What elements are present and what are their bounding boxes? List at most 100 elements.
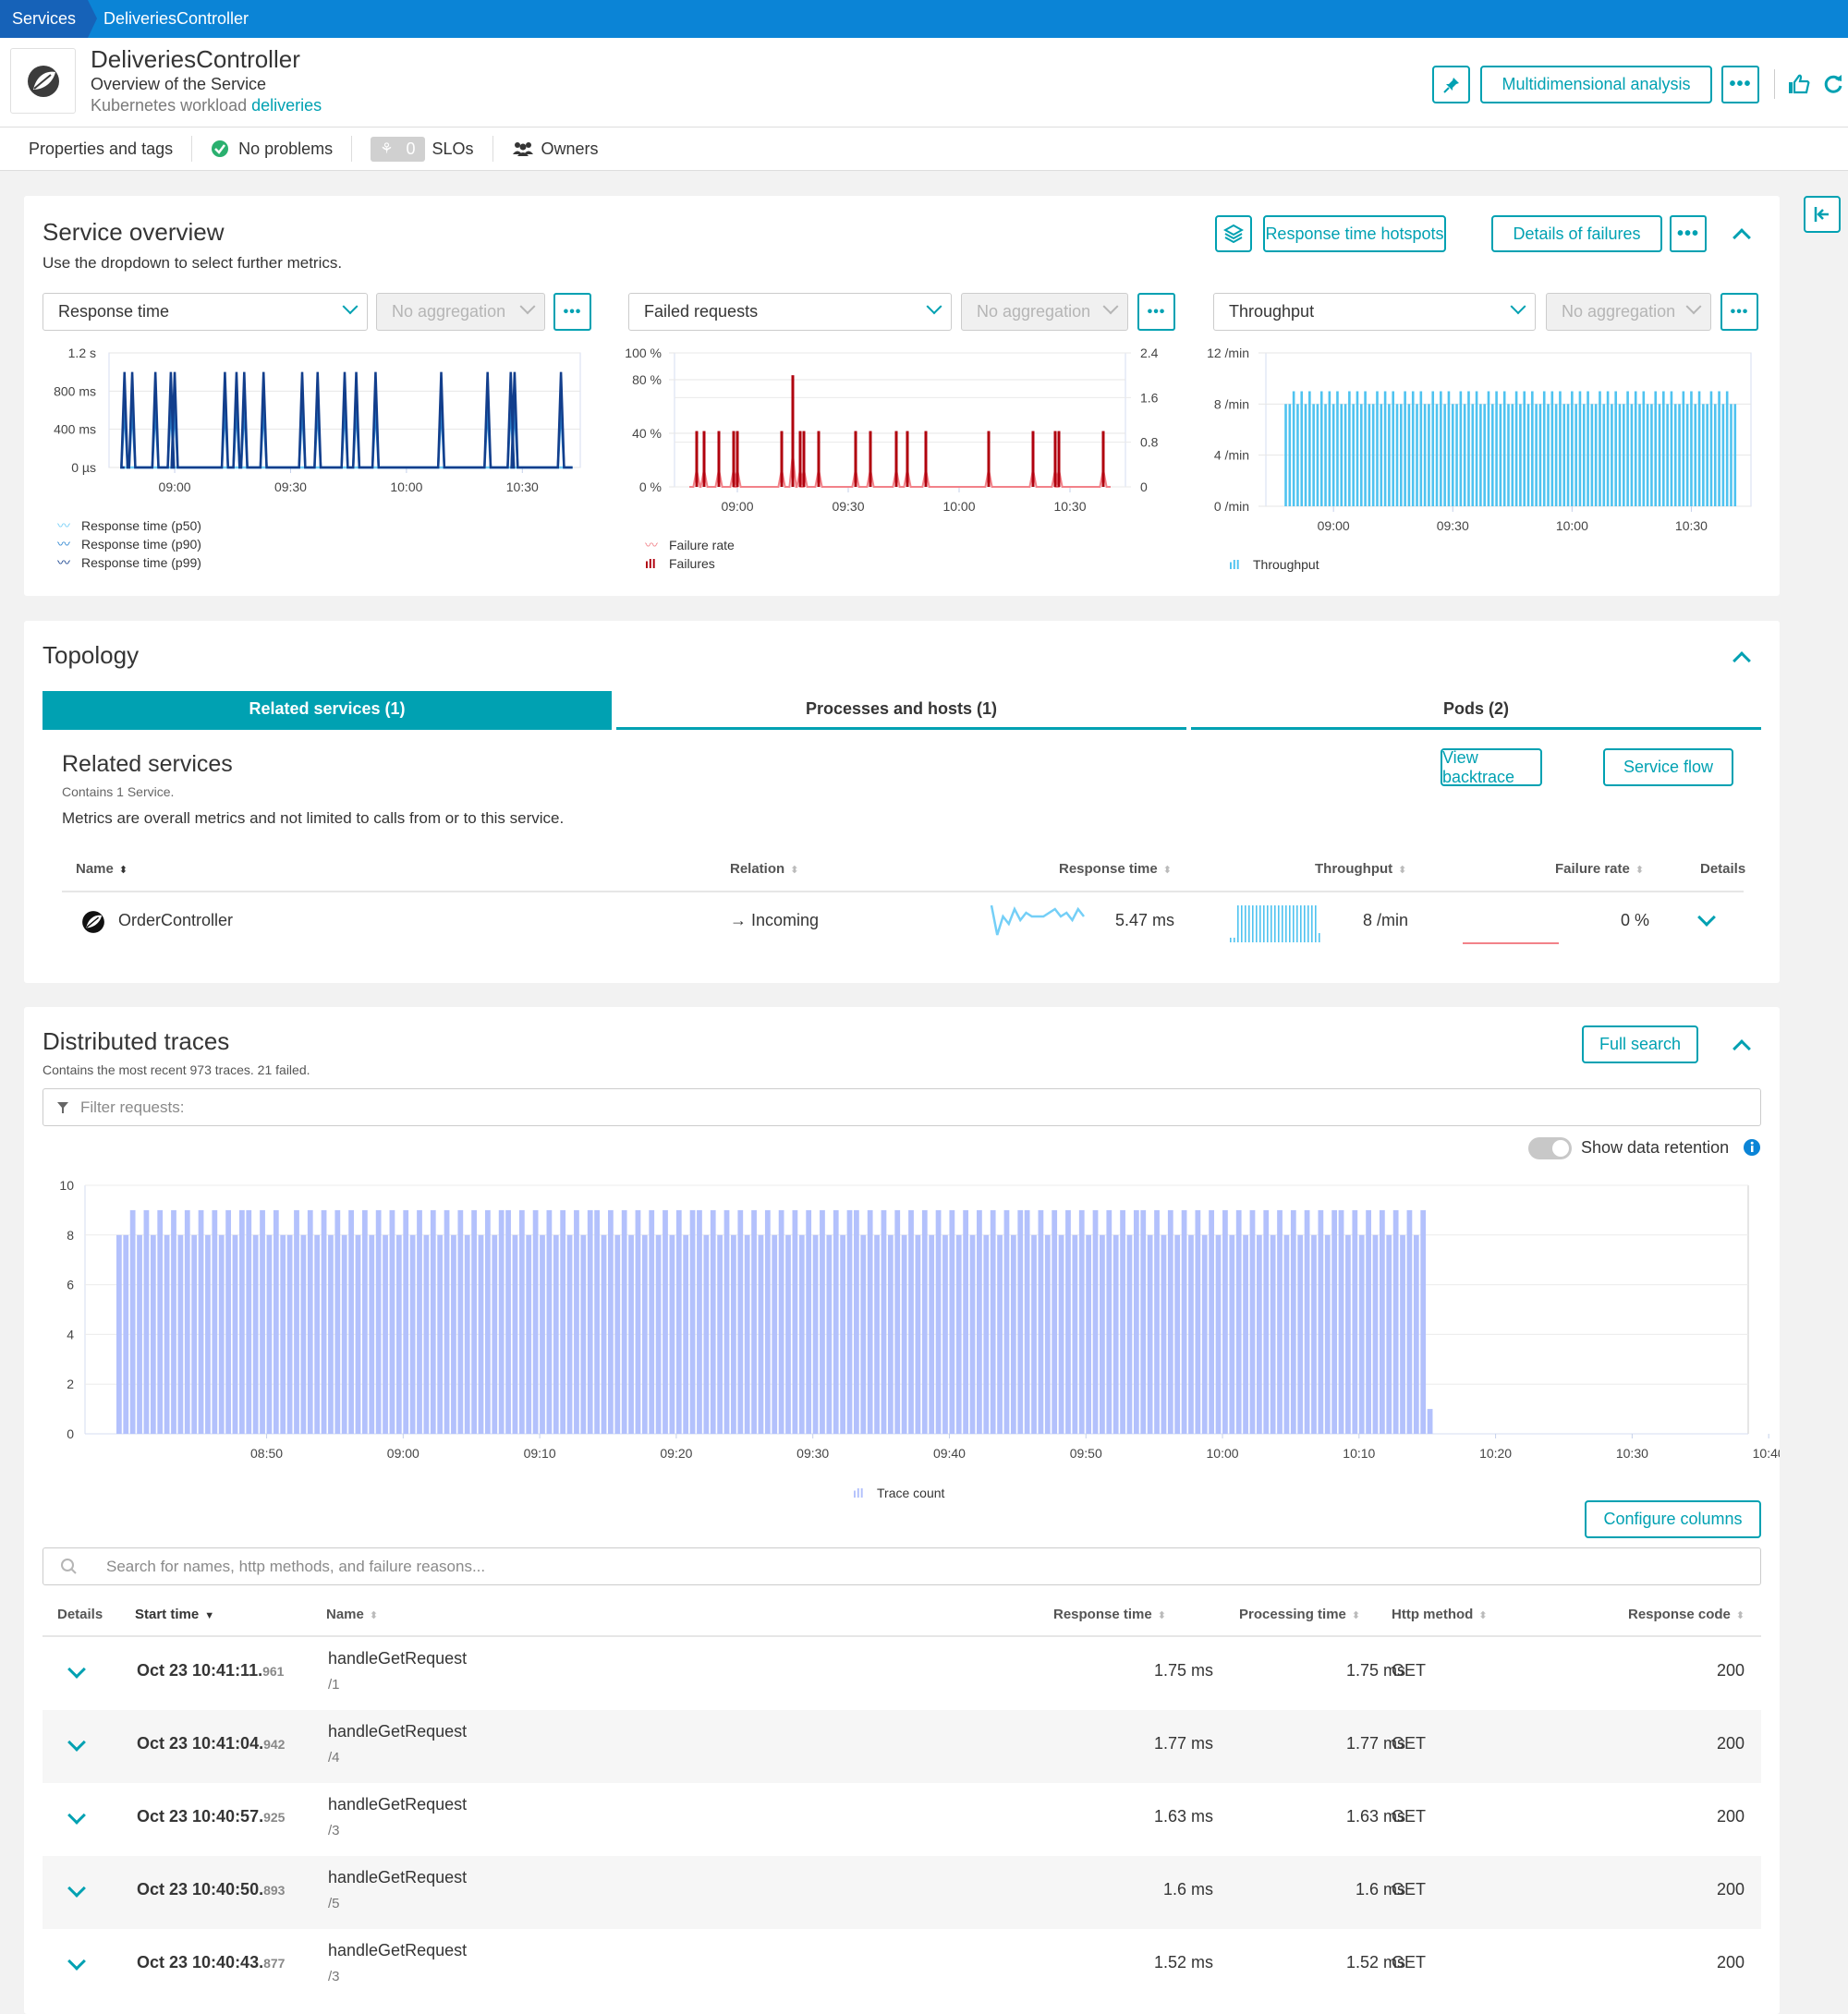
- failures-bar: [798, 431, 802, 487]
- y-tick-label: 0: [67, 1426, 74, 1441]
- trace-count-bar: [1126, 1234, 1133, 1434]
- trace-count-bar: [1400, 1234, 1405, 1434]
- throughput-bar: [1566, 404, 1570, 506]
- info-icon[interactable]: [1743, 1138, 1761, 1157]
- throughput-bar: [1733, 404, 1737, 506]
- col-relation[interactable]: Relation ⬍: [730, 861, 798, 877]
- trace-row[interactable]: Oct 23 10:40:57.925 handleGetRequest /3 …: [43, 1783, 1761, 1856]
- metric-select-throughput[interactable]: Throughput: [1213, 293, 1536, 331]
- metric-select-failed-requests[interactable]: Failed requests: [628, 293, 952, 331]
- tab-processes-and-hosts[interactable]: Processes and hosts (1): [616, 691, 1186, 730]
- pin-button[interactable]: [1432, 66, 1470, 103]
- sparkline-bar: [1278, 905, 1280, 942]
- panel-1-more-button[interactable]: •••: [553, 293, 591, 331]
- col-name[interactable]: Name ⬍: [76, 861, 128, 877]
- y-tick-label-left: 80 %: [632, 372, 662, 387]
- properties-and-tags[interactable]: Properties and tags: [18, 136, 193, 162]
- trace-row[interactable]: Oct 23 10:41:04.942 handleGetRequest /4 …: [43, 1710, 1761, 1783]
- throughput-bar: [1682, 391, 1685, 506]
- x-tick-label: 10:30: [1616, 1446, 1648, 1461]
- filter-requests-input[interactable]: Filter requests:: [43, 1088, 1761, 1126]
- related-service-link[interactable]: OrderController: [118, 911, 233, 930]
- col-start-time[interactable]: Start time ▼: [135, 1607, 214, 1622]
- failure-rate-value: 0 %: [1621, 911, 1650, 929]
- throughput-bar: [1646, 404, 1649, 506]
- sort-icon: ⬍: [1398, 865, 1407, 876]
- header-more-button[interactable]: •••: [1721, 66, 1759, 103]
- request-name-link[interactable]: handleGetRequest: [328, 1795, 467, 1814]
- throughput-bar: [1383, 391, 1387, 506]
- col-failure-rate[interactable]: Failure rate ⬍: [1555, 861, 1644, 877]
- details-of-failures-button[interactable]: Details of failures: [1491, 215, 1662, 252]
- request-name-link[interactable]: handleGetRequest: [328, 1941, 467, 1960]
- layers-button[interactable]: [1215, 215, 1252, 252]
- slo-badge: ⚘ 0: [371, 136, 425, 162]
- sparkline-bar: [1319, 933, 1320, 942]
- trace-row[interactable]: Oct 23 10:41:11.961 handleGetRequest /1 …: [43, 1637, 1761, 1710]
- tab-related-services[interactable]: Related services (1): [43, 691, 612, 730]
- collapse-sidebar-button[interactable]: [1804, 196, 1841, 233]
- service-flow-button[interactable]: Service flow: [1603, 748, 1733, 786]
- expand-row-icon[interactable]: [67, 1806, 86, 1825]
- trace-count-bar: [942, 1234, 948, 1434]
- col-http-method[interactable]: Http method ⬍: [1392, 1607, 1488, 1622]
- throughput-bar: [1348, 391, 1351, 506]
- tab-pods[interactable]: Pods (2): [1191, 691, 1761, 730]
- col-response-time[interactable]: Response time ⬍: [1059, 861, 1172, 877]
- request-name-link[interactable]: handleGetRequest: [328, 1649, 467, 1668]
- aggregation-select-2[interactable]: No aggregation: [961, 293, 1128, 331]
- expand-details-icon[interactable]: [1697, 908, 1716, 927]
- multidimensional-analysis-button[interactable]: Multidimensional analysis: [1480, 66, 1712, 103]
- breadcrumb-services[interactable]: Services: [0, 0, 97, 38]
- metric-select-response-time[interactable]: Response time: [43, 293, 368, 331]
- trace-row[interactable]: Oct 23 10:40:50.893 handleGetRequest /5 …: [43, 1856, 1761, 1929]
- throughput-chart: 0 /min 4 /min 8 /min 12 /min 09:00 09:30 10:00…: [1207, 346, 1752, 533]
- collapse-topology-icon[interactable]: [1732, 651, 1751, 670]
- collapse-traces-icon[interactable]: [1732, 1039, 1751, 1058]
- owners-label: Owners: [541, 139, 599, 158]
- thumbs-up-icon[interactable]: [1787, 73, 1811, 95]
- slo-status[interactable]: ⚘ 0 SLOs: [361, 136, 493, 162]
- expand-row-icon[interactable]: [67, 1660, 86, 1679]
- x-tick-label: 10:30: [1675, 518, 1708, 533]
- trace-count-bar: [826, 1234, 833, 1434]
- refresh-icon[interactable]: [1822, 73, 1844, 95]
- throughput-bar: [1447, 391, 1451, 506]
- x-tick-label: 09:50: [1070, 1446, 1102, 1461]
- full-search-button[interactable]: Full search: [1582, 1025, 1698, 1063]
- trace-row[interactable]: Oct 23 10:40:43.877 handleGetRequest /3 …: [43, 1929, 1761, 2002]
- view-backtrace-button[interactable]: View backtrace: [1441, 748, 1542, 786]
- col-throughput[interactable]: Throughput ⬍: [1315, 861, 1406, 877]
- chevron-down-icon: [1685, 298, 1702, 315]
- col-name[interactable]: Name ⬍: [326, 1607, 378, 1622]
- panel-2-more-button[interactable]: •••: [1137, 293, 1175, 331]
- breadcrumb-current[interactable]: DeliveriesController: [103, 0, 249, 38]
- configure-columns-button[interactable]: Configure columns: [1585, 1500, 1761, 1538]
- problems-status[interactable]: No problems: [201, 136, 353, 162]
- trace-search-input[interactable]: Search for names, http methods, and fail…: [43, 1547, 1761, 1585]
- owners[interactable]: Owners: [503, 136, 617, 162]
- workload-link[interactable]: deliveries: [251, 96, 322, 115]
- expand-row-icon[interactable]: [67, 1733, 86, 1752]
- request-name-link[interactable]: handleGetRequest: [328, 1722, 467, 1741]
- expand-row-icon[interactable]: [67, 1879, 86, 1898]
- throughput-bar: [1706, 404, 1708, 506]
- aggregation-select-3[interactable]: No aggregation: [1546, 293, 1711, 331]
- response-time-hotspots-button[interactable]: Response time hotspots: [1263, 215, 1446, 252]
- throughput-bar: [1606, 391, 1610, 506]
- panel-3-more-button[interactable]: •••: [1720, 293, 1758, 331]
- aggregation-select-1[interactable]: No aggregation: [376, 293, 545, 331]
- col-label: Failure rate: [1555, 861, 1630, 877]
- col-response-time[interactable]: Response time ⬍: [1053, 1607, 1166, 1622]
- trace-count-bar: [772, 1234, 778, 1434]
- expand-row-icon[interactable]: [67, 1952, 86, 1971]
- col-processing-time[interactable]: Processing time ⬍: [1239, 1607, 1360, 1622]
- request-name-link[interactable]: handleGetRequest: [328, 1868, 467, 1887]
- trace-count-bar: [1058, 1234, 1064, 1434]
- sort-desc-icon: ▼: [204, 1610, 215, 1621]
- overview-more-button[interactable]: •••: [1670, 215, 1707, 252]
- trace-count-bar: [457, 1209, 464, 1434]
- col-response-code[interactable]: Response code ⬍: [1628, 1607, 1745, 1622]
- collapse-overview-icon[interactable]: [1732, 228, 1751, 247]
- data-retention-toggle[interactable]: [1528, 1137, 1572, 1159]
